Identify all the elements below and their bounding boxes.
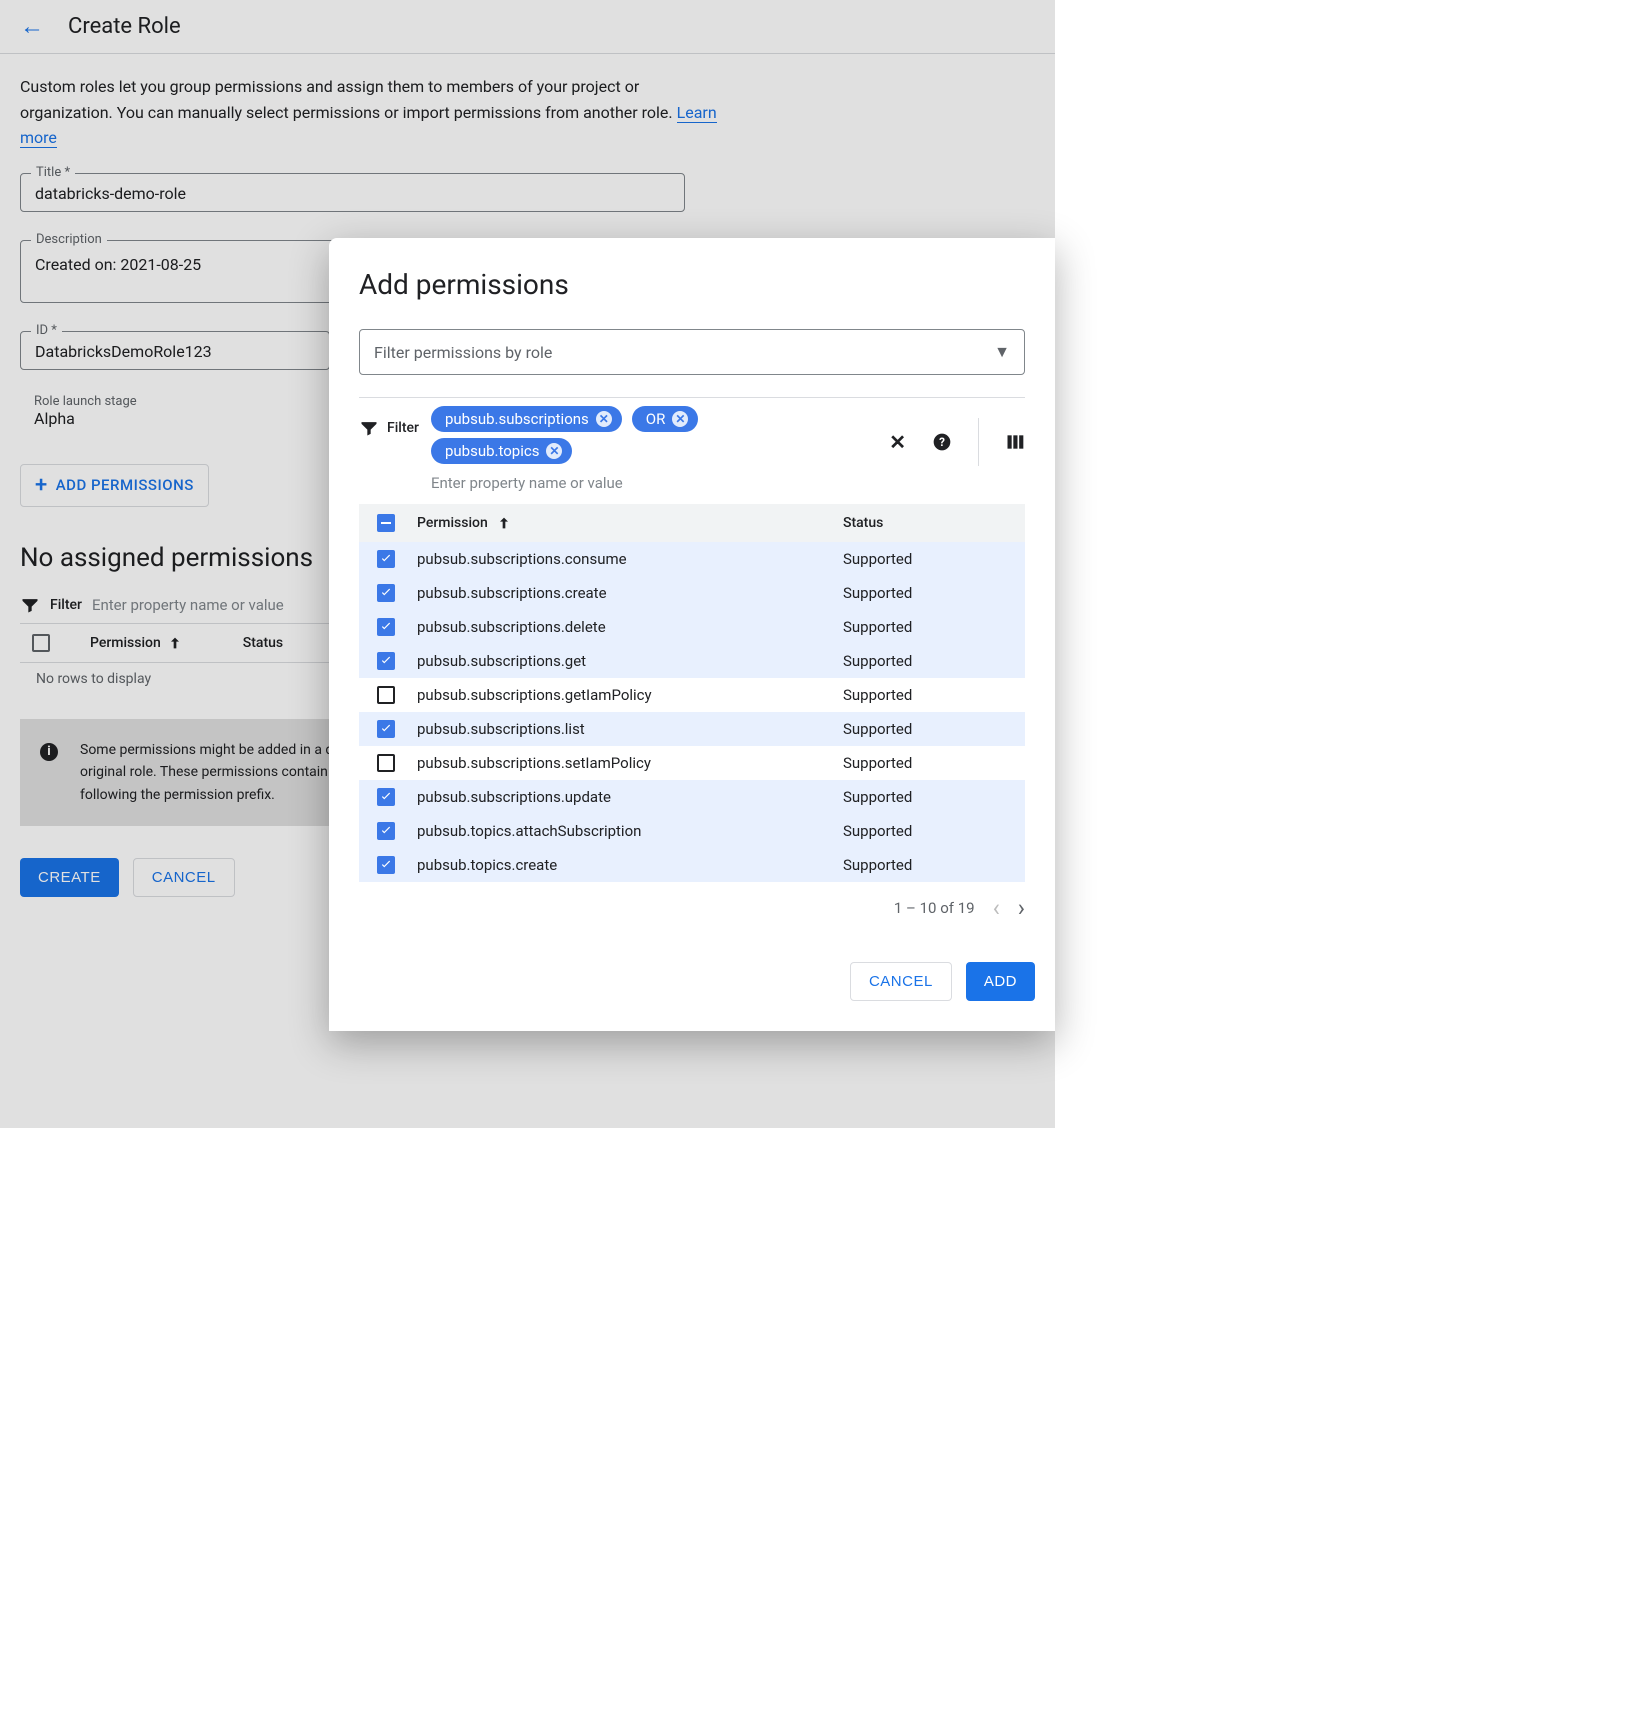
role-filter-dropdown[interactable]: Filter permissions by role ▼ [359, 329, 1025, 375]
permission-name: pubsub.subscriptions.getIamPolicy [417, 686, 827, 704]
table-row: pubsub.subscriptions.setIamPolicy Support… [359, 746, 1025, 780]
permissions-table-header: Permission Status [359, 504, 1025, 542]
permission-name: pubsub.subscriptions.consume [417, 550, 827, 568]
dialog-title: Add permissions [329, 268, 1055, 301]
clear-filter-icon[interactable]: ✕ [889, 430, 906, 454]
filter-chip-or[interactable]: OR ✕ [632, 406, 699, 432]
table-row: pubsub.subscriptions.getIamPolicy Support… [359, 678, 1025, 712]
table-row: pubsub.subscriptions.consume Supported [359, 542, 1025, 576]
prev-page-icon[interactable]: ‹ [993, 894, 1000, 922]
divider [978, 418, 979, 466]
permission-status: Supported [843, 856, 1013, 874]
permission-status: Supported [843, 584, 1013, 602]
permission-status: Supported [843, 754, 1013, 772]
dialog-add-button[interactable]: ADD [966, 962, 1035, 1001]
pagination: 1 – 10 of 19 ‹ › [329, 882, 1055, 922]
sort-asc-icon [496, 515, 512, 531]
row-checkbox[interactable] [377, 618, 395, 636]
permission-status: Supported [843, 822, 1013, 840]
chip-label: OR [646, 410, 666, 428]
permission-name: pubsub.topics.attachSubscription [417, 822, 827, 840]
permission-status: Supported [843, 720, 1013, 738]
chip-input-placeholder[interactable]: Enter property name or value [431, 470, 877, 496]
chips-row-1: pubsub.subscriptions ✕ OR ✕ [431, 406, 877, 432]
row-checkbox[interactable] [377, 856, 395, 874]
filter-icon [359, 418, 379, 438]
table-row: pubsub.subscriptions.get Supported [359, 644, 1025, 678]
pagination-text: 1 – 10 of 19 [894, 899, 975, 917]
permission-status: Supported [843, 686, 1013, 704]
table-row: pubsub.topics.create Supported [359, 848, 1025, 882]
col-permission-label: Permission [417, 515, 488, 531]
chip-actions: ✕ ? [889, 406, 1025, 466]
select-all-checkbox[interactable] [377, 514, 395, 532]
dropdown-icon: ▼ [994, 342, 1010, 362]
table-row: pubsub.topics.attachSubscription Supporte… [359, 814, 1025, 848]
chip-remove-icon[interactable]: ✕ [596, 411, 612, 427]
dialog-filter-label: Filter [387, 420, 419, 436]
permissions-table: Permission Status pubsub.subscriptions.c… [359, 504, 1025, 882]
svg-text:?: ? [939, 435, 945, 449]
col-status[interactable]: Status [843, 515, 1013, 531]
permission-name: pubsub.subscriptions.get [417, 652, 827, 670]
row-checkbox[interactable] [377, 584, 395, 602]
row-checkbox[interactable] [377, 720, 395, 738]
permission-filter-row: Filter pubsub.subscriptions ✕ OR ✕ pubsu… [359, 397, 1025, 496]
help-icon[interactable]: ? [932, 432, 952, 452]
dialog-cancel-button[interactable]: CANCEL [850, 962, 952, 1001]
chips-row-2: pubsub.topics ✕ [431, 438, 877, 464]
permission-name: pubsub.subscriptions.delete [417, 618, 827, 636]
permission-name: pubsub.topics.create [417, 856, 827, 874]
chip-remove-icon[interactable]: ✕ [546, 443, 562, 459]
columns-icon[interactable] [1005, 432, 1025, 452]
permission-name: pubsub.subscriptions.list [417, 720, 827, 738]
permission-status: Supported [843, 618, 1013, 636]
table-row: pubsub.subscriptions.list Supported [359, 712, 1025, 746]
permission-status: Supported [843, 550, 1013, 568]
chip-label: pubsub.subscriptions [445, 410, 589, 428]
add-permissions-dialog: Add permissions Filter permissions by ro… [329, 238, 1055, 1031]
permission-name: pubsub.subscriptions.update [417, 788, 827, 806]
chip-filter-left: Filter [359, 406, 419, 438]
chip-remove-icon[interactable]: ✕ [672, 411, 688, 427]
table-row: pubsub.subscriptions.create Supported [359, 576, 1025, 610]
dialog-actions: CANCEL ADD [329, 922, 1055, 1001]
row-checkbox[interactable] [377, 822, 395, 840]
table-row: pubsub.subscriptions.delete Supported [359, 610, 1025, 644]
next-page-icon[interactable]: › [1018, 894, 1025, 922]
row-checkbox[interactable] [377, 754, 395, 772]
filter-chip[interactable]: pubsub.topics ✕ [431, 438, 572, 464]
col-permission[interactable]: Permission [417, 515, 827, 531]
filter-chip[interactable]: pubsub.subscriptions ✕ [431, 406, 622, 432]
row-checkbox[interactable] [377, 550, 395, 568]
chips-area[interactable]: pubsub.subscriptions ✕ OR ✕ pubsub.topic… [431, 406, 877, 496]
permission-name: pubsub.subscriptions.create [417, 584, 827, 602]
row-checkbox[interactable] [377, 686, 395, 704]
role-filter-placeholder: Filter permissions by role [374, 343, 552, 362]
table-row: pubsub.subscriptions.update Supported [359, 780, 1025, 814]
chip-label: pubsub.topics [445, 442, 539, 460]
permission-status: Supported [843, 788, 1013, 806]
permission-name: pubsub.subscriptions.setIamPolicy [417, 754, 827, 772]
permission-status: Supported [843, 652, 1013, 670]
row-checkbox[interactable] [377, 788, 395, 806]
row-checkbox[interactable] [377, 652, 395, 670]
